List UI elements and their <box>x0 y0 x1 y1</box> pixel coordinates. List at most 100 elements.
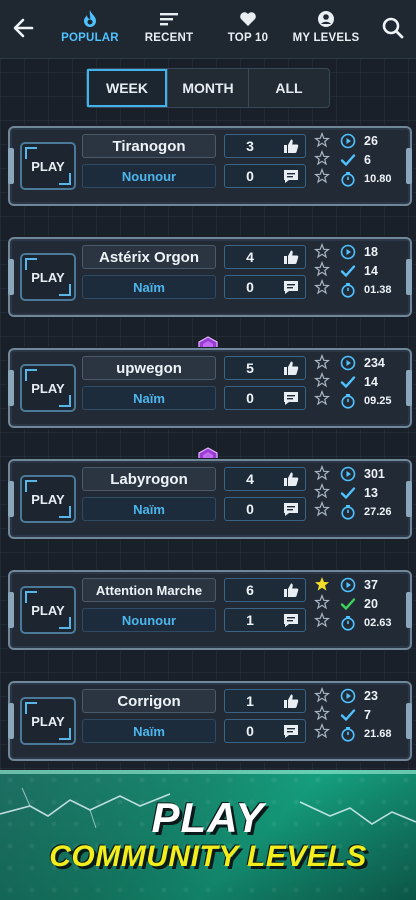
comments-counter[interactable]: 1 <box>224 608 306 632</box>
play-button[interactable]: PLAY <box>20 586 76 634</box>
level-author[interactable]: Naïm <box>82 719 216 743</box>
star-filled-icon <box>314 576 330 592</box>
timer-icon <box>341 282 355 298</box>
star-outline-icon <box>313 353 331 370</box>
period-week-button[interactable]: WEEK <box>87 69 167 107</box>
plays-icon <box>340 466 356 481</box>
plays-value: 37 <box>364 577 378 592</box>
plays-icon <box>340 355 356 370</box>
star-outline-icon <box>313 371 331 388</box>
banner-subtitle: COMMUNITY LEVELS <box>49 840 367 873</box>
level-author[interactable]: Naïm <box>82 497 216 521</box>
plays-icon <box>340 688 356 703</box>
star-outline-icon <box>313 278 331 295</box>
tab-top10[interactable]: TOP 10 <box>218 8 278 52</box>
comments-count: 0 <box>246 168 254 184</box>
play-button[interactable]: PLAY <box>20 142 76 190</box>
plays-metric: 234 <box>340 353 404 372</box>
back-arrow-icon[interactable] <box>10 14 36 42</box>
period-all-button[interactable]: ALL <box>248 69 329 107</box>
time-metric: 27.26 <box>340 502 404 521</box>
level-name: Corrigon <box>82 689 216 713</box>
banner-title: PLAY <box>151 794 265 841</box>
community-levels-banner[interactable]: PLAY COMMUNITY LEVELS <box>0 770 416 900</box>
likes-count: 6 <box>246 582 254 598</box>
timer-icon <box>341 615 355 631</box>
star-outline-icon <box>313 242 331 259</box>
completions-metric: 7 <box>340 705 404 724</box>
plays-metric: 18 <box>340 242 404 261</box>
star-outline-icon <box>313 167 331 184</box>
level-card[interactable]: PLAY Attention Marche Nounour 6 1 37 20 02.63 <box>8 570 412 650</box>
likes-counter[interactable]: 5 <box>224 356 306 380</box>
comment-icon <box>284 392 298 405</box>
star-outline-icon <box>313 464 331 481</box>
level-name: Tiranogon <box>82 134 216 158</box>
level-author[interactable]: Naïm <box>82 275 216 299</box>
level-metrics: 234 14 09.25 <box>340 353 404 410</box>
play-button[interactable]: PLAY <box>20 697 76 745</box>
level-card[interactable]: PLAY Corrigon Naïm 1 0 23 7 21.68 <box>8 681 412 761</box>
plays-metric: 23 <box>340 686 404 705</box>
comments-counter[interactable]: 0 <box>224 164 306 188</box>
comments-counter[interactable]: 0 <box>224 386 306 410</box>
likes-count: 5 <box>246 360 254 376</box>
star-outline-icon <box>313 500 331 517</box>
likes-counter[interactable]: 3 <box>224 134 306 158</box>
search-icon[interactable] <box>380 14 406 42</box>
level-card[interactable]: PLAY upwegon Naïm 5 0 234 14 09.25 <box>8 348 412 428</box>
comments-counter[interactable]: 0 <box>224 497 306 521</box>
likes-counter[interactable]: 1 <box>224 689 306 713</box>
thumbs-up-icon <box>284 694 299 708</box>
tab-recent[interactable]: RECENT <box>138 8 200 52</box>
likes-counter[interactable]: 4 <box>224 467 306 491</box>
time-value: 01.38 <box>364 283 392 296</box>
completions-metric: 14 <box>340 261 404 280</box>
plays-metric: 301 <box>340 464 404 483</box>
star-outline-icon <box>313 722 331 739</box>
comment-icon <box>284 503 298 516</box>
plays-value: 26 <box>364 133 378 148</box>
completions-check-icon <box>340 153 356 166</box>
level-card[interactable]: PLAY Tiranogon Nounour 3 0 26 6 10.80 <box>8 126 412 206</box>
time-metric: 21.68 <box>340 724 404 743</box>
thumbs-up-icon <box>284 472 299 486</box>
likes-count: 4 <box>246 471 254 487</box>
plays-value: 234 <box>364 355 385 370</box>
completions-metric: 13 <box>340 483 404 502</box>
comments-count: 1 <box>246 612 254 628</box>
tab-popular[interactable]: POPULAR <box>56 8 124 52</box>
play-button[interactable]: PLAY <box>20 364 76 412</box>
play-button[interactable]: PLAY <box>20 253 76 301</box>
thumbs-up-icon <box>284 139 299 153</box>
star-outline-icon <box>313 131 331 148</box>
thumbs-up-icon <box>284 361 299 375</box>
level-metrics: 301 13 27.26 <box>340 464 404 521</box>
comments-counter[interactable]: 0 <box>224 719 306 743</box>
level-author[interactable]: Nounour <box>82 608 216 632</box>
thumbs-up-icon <box>284 583 299 597</box>
rating-stars <box>313 242 331 297</box>
tab-my-levels[interactable]: MY LEVELS <box>288 8 364 52</box>
likes-counter[interactable]: 4 <box>224 245 306 269</box>
level-card[interactable]: PLAY Labyrogon Naïm 4 0 301 13 27.26 <box>8 459 412 539</box>
timer-icon <box>341 726 355 742</box>
play-button[interactable]: PLAY <box>20 475 76 523</box>
time-value: 27.26 <box>364 505 392 518</box>
period-selector: WEEK MONTH ALL <box>86 68 330 108</box>
timer-icon <box>341 504 355 520</box>
rating-stars <box>313 686 331 741</box>
level-author[interactable]: Nounour <box>82 164 216 188</box>
period-month-button[interactable]: MONTH <box>167 69 248 107</box>
plays-metric: 37 <box>340 575 404 594</box>
level-card[interactable]: PLAY Astérix Orgon Naïm 4 0 18 14 01.38 <box>8 237 412 317</box>
completions-metric: 6 <box>340 150 404 169</box>
level-metrics: 23 7 21.68 <box>340 686 404 743</box>
level-author[interactable]: Naïm <box>82 386 216 410</box>
completions-check-icon <box>340 486 356 499</box>
star-outline-icon <box>313 389 331 406</box>
star-outline-icon <box>313 260 331 277</box>
completions-value: 14 <box>364 374 378 389</box>
likes-counter[interactable]: 6 <box>224 578 306 602</box>
comments-counter[interactable]: 0 <box>224 275 306 299</box>
